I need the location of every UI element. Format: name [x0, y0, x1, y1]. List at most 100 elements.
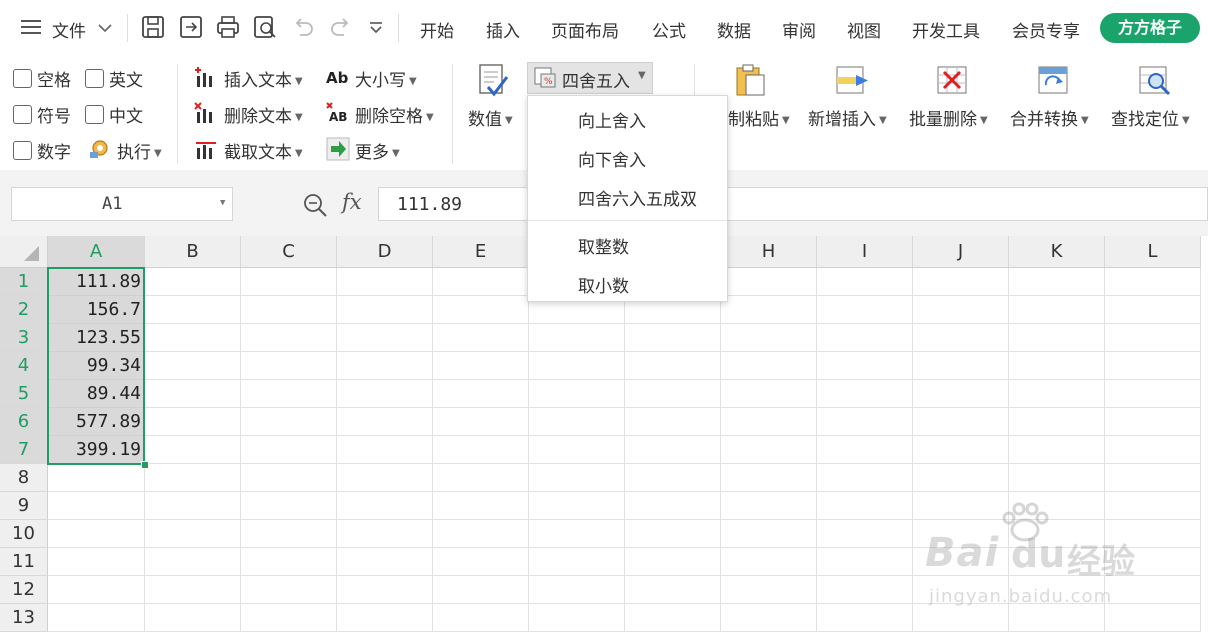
cell-h11[interactable]: [721, 548, 817, 576]
row-header-1[interactable]: 1: [0, 268, 48, 296]
cell-j7[interactable]: [913, 436, 1009, 464]
cell-i1[interactable]: [817, 268, 913, 296]
merge-convert-button[interactable]: 合并转换 ▼: [1010, 105, 1089, 130]
cell-k3[interactable]: [1009, 324, 1105, 352]
cell-e5[interactable]: [433, 380, 529, 408]
cell-i8[interactable]: [817, 464, 913, 492]
cell-f8[interactable]: [529, 464, 625, 492]
cell-k5[interactable]: [1009, 380, 1105, 408]
cell-f9[interactable]: [529, 492, 625, 520]
cell-j5[interactable]: [913, 380, 1009, 408]
cell-a9[interactable]: [48, 492, 145, 520]
cell-f11[interactable]: [529, 548, 625, 576]
cell-e12[interactable]: [433, 576, 529, 604]
cell-c3[interactable]: [241, 324, 337, 352]
value-button[interactable]: 数值 ▼: [468, 105, 513, 130]
cell-a8[interactable]: [48, 464, 145, 492]
cell-d4[interactable]: [337, 352, 433, 380]
cell-e1[interactable]: [433, 268, 529, 296]
cell-b5[interactable]: [145, 380, 241, 408]
cell-d12[interactable]: [337, 576, 433, 604]
cell-b2[interactable]: [145, 296, 241, 324]
cell-b12[interactable]: [145, 576, 241, 604]
column-header-e[interactable]: E: [433, 236, 529, 268]
tab-member[interactable]: 会员专享: [1012, 17, 1080, 42]
tab-home[interactable]: 开始: [420, 17, 454, 42]
cell-a10[interactable]: [48, 520, 145, 548]
column-header-j[interactable]: J: [913, 236, 1009, 268]
cell-k8[interactable]: [1009, 464, 1105, 492]
cell-g12[interactable]: [625, 576, 721, 604]
cell-a11[interactable]: [48, 548, 145, 576]
tab-view[interactable]: 视图: [847, 17, 881, 42]
cell-d11[interactable]: [337, 548, 433, 576]
cell-c13[interactable]: [241, 604, 337, 632]
checkbox-chinese[interactable]: [85, 105, 104, 124]
export-icon[interactable]: [178, 14, 204, 40]
cell-h2[interactable]: [721, 296, 817, 324]
row-header-7[interactable]: 7: [0, 436, 48, 464]
tab-formulas[interactable]: 公式: [652, 17, 686, 42]
cell-d6[interactable]: [337, 408, 433, 436]
cell-i11[interactable]: [817, 548, 913, 576]
cell-h9[interactable]: [721, 492, 817, 520]
hamburger-icon[interactable]: [20, 16, 42, 38]
cell-i9[interactable]: [817, 492, 913, 520]
print-preview-icon[interactable]: [252, 14, 278, 40]
cell-g4[interactable]: [625, 352, 721, 380]
column-header-c[interactable]: C: [241, 236, 337, 268]
extract-text-button[interactable]: 截取文本 ▼: [224, 138, 303, 163]
cell-g5[interactable]: [625, 380, 721, 408]
menu-item-decimal[interactable]: 取小数: [578, 272, 629, 297]
cell-e13[interactable]: [433, 604, 529, 632]
cell-i7[interactable]: [817, 436, 913, 464]
print-icon[interactable]: [215, 14, 241, 40]
cell-c4[interactable]: [241, 352, 337, 380]
cell-f7[interactable]: [529, 436, 625, 464]
find-locate-button[interactable]: 查找定位 ▼: [1111, 105, 1190, 130]
cell-i5[interactable]: [817, 380, 913, 408]
case-button[interactable]: 大小写 ▼: [355, 66, 417, 91]
file-menu[interactable]: 文件: [52, 17, 86, 42]
cell-b13[interactable]: [145, 604, 241, 632]
cell-c12[interactable]: [241, 576, 337, 604]
cell-f12[interactable]: [529, 576, 625, 604]
cell-h1[interactable]: [721, 268, 817, 296]
cell-i2[interactable]: [817, 296, 913, 324]
add-insert-button[interactable]: 新增插入 ▼: [808, 105, 887, 130]
cell-g3[interactable]: [625, 324, 721, 352]
insert-text-button[interactable]: 插入文本 ▼: [224, 66, 303, 91]
cell-d13[interactable]: [337, 604, 433, 632]
row-header-11[interactable]: 11: [0, 548, 48, 576]
delete-text-button[interactable]: 删除文本 ▼: [224, 102, 303, 127]
cell-g6[interactable]: [625, 408, 721, 436]
redo-icon[interactable]: [328, 14, 354, 40]
cell-f3[interactable]: [529, 324, 625, 352]
cell-b6[interactable]: [145, 408, 241, 436]
cell-b1[interactable]: [145, 268, 241, 296]
cell-l5[interactable]: [1105, 380, 1201, 408]
cell-d7[interactable]: [337, 436, 433, 464]
cell-e4[interactable]: [433, 352, 529, 380]
fx-icon[interactable]: fx: [342, 190, 362, 214]
cell-e3[interactable]: [433, 324, 529, 352]
cell-c1[interactable]: [241, 268, 337, 296]
cell-h4[interactable]: [721, 352, 817, 380]
cell-j1[interactable]: [913, 268, 1009, 296]
cell-e2[interactable]: [433, 296, 529, 324]
cell-f4[interactable]: [529, 352, 625, 380]
row-header-2[interactable]: 2: [0, 296, 48, 324]
cell-h13[interactable]: [721, 604, 817, 632]
fill-handle[interactable]: [141, 461, 149, 469]
remove-spaces-button[interactable]: 删除空格 ▼: [355, 102, 434, 127]
cell-h3[interactable]: [721, 324, 817, 352]
checkbox-english[interactable]: [85, 69, 104, 88]
cell-f5[interactable]: [529, 380, 625, 408]
tab-developer[interactable]: 开发工具: [912, 17, 980, 42]
cell-d1[interactable]: [337, 268, 433, 296]
cell-k1[interactable]: [1009, 268, 1105, 296]
batch-delete-button[interactable]: 批量删除 ▼: [909, 105, 988, 130]
cell-b9[interactable]: [145, 492, 241, 520]
caret-down-icon[interactable]: ▼: [220, 198, 225, 208]
cell-j4[interactable]: [913, 352, 1009, 380]
